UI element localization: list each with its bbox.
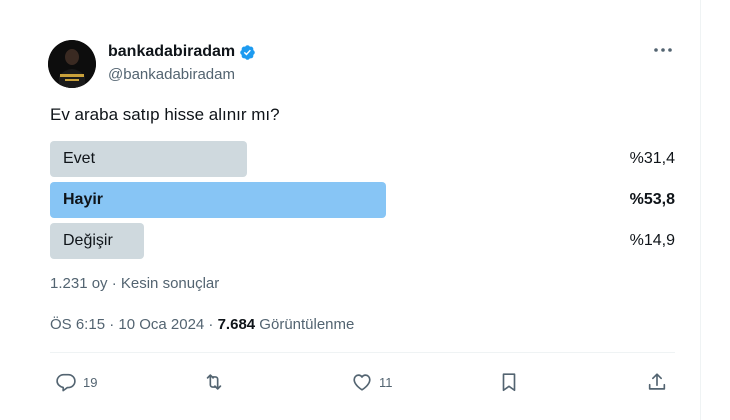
avatar[interactable] [48,40,96,88]
bookmark-icon [502,373,516,392]
bookmark-button[interactable] [498,370,520,394]
author-name-text[interactable]: bankadabiradam [108,43,235,61]
poll-option-label: Değişir [63,232,113,249]
like-button[interactable]: 11 [351,370,393,394]
poll-option-percent: %31,4 [629,150,675,167]
poll-option-percent: %53,8 [629,191,675,208]
poll-option-label: Evet [63,150,96,167]
retweet-icon [206,374,222,390]
poll-option-percent: %14,9 [629,232,675,249]
action-divider [50,352,675,353]
share-button[interactable] [646,370,668,394]
heart-icon [353,374,371,391]
poll-option-winner: Hayir %53,8 [50,182,675,218]
author-handle[interactable]: @bankadabiradam [108,66,235,83]
share-icon [648,373,666,390]
poll-vote-summary: 1.231 oy · Kesin sonuçlar [50,275,220,292]
reply-button[interactable]: 19 [55,370,97,394]
views-count: 7.684 [217,316,256,333]
tweet-card: bankadabiradam @bankadabiradam Ev araba … [0,0,730,420]
reply-icon [56,373,76,392]
timestamp-text[interactable]: ÖS 6:15 · 10 Oca 2024 · [50,316,218,333]
avatar-icon [48,40,96,88]
tweet-timestamp[interactable]: ÖS 6:15 · 10 Oca 2024 · 7.684 Görüntülen… [50,316,354,333]
views-label: Görüntülenme [255,316,355,333]
like-count: 11 [379,374,393,390]
poll-option: Değişir %14,9 [50,223,675,259]
retweet-button[interactable] [203,370,231,394]
author-display-name[interactable]: bankadabiradam [108,43,256,61]
column-border [700,0,701,420]
poll-option-label: Hayir [63,191,104,208]
poll-option: Evet %31,4 [50,141,675,177]
tweet-text: Ev araba satıp hisse alınır mı? [50,105,280,124]
more-options-icon[interactable] [652,42,674,58]
reply-count: 19 [83,374,98,390]
verified-badge-icon [240,44,255,60]
